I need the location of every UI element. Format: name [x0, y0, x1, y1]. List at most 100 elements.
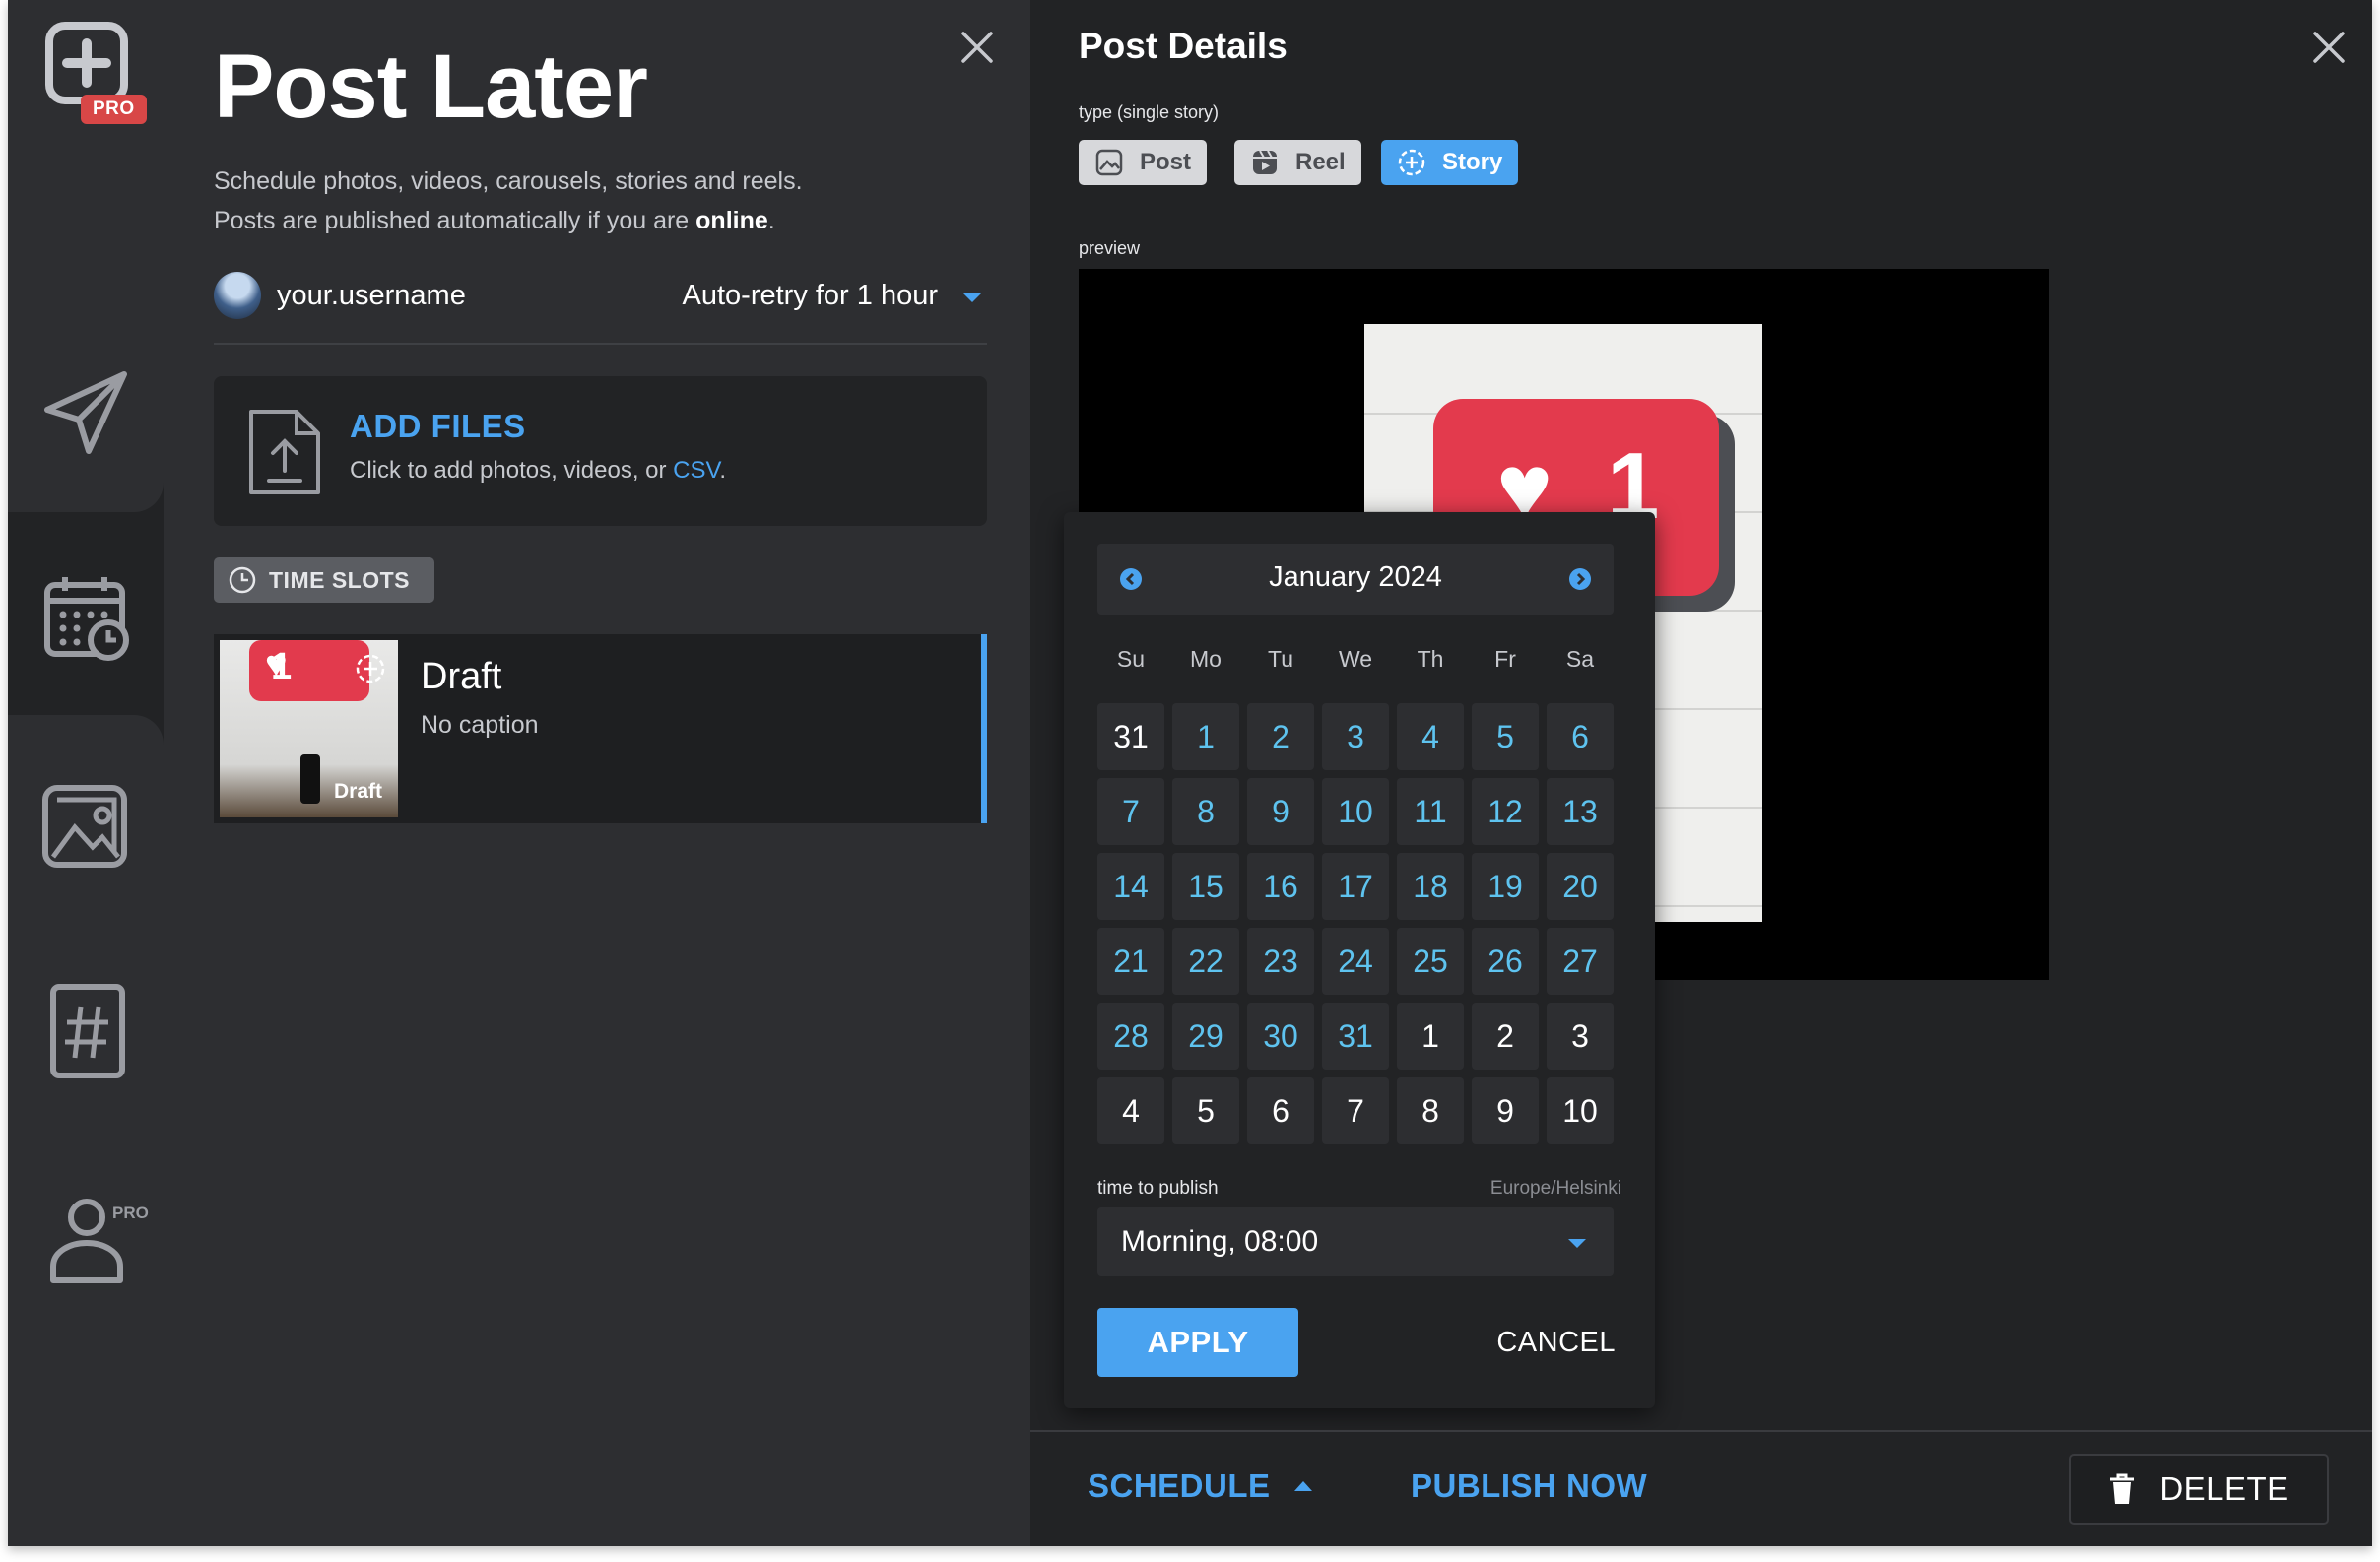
- add-files-subtitle: Click to add photos, videos, or CSV.: [350, 457, 726, 484]
- calendar-day[interactable]: 1: [1172, 703, 1239, 770]
- calendar-day[interactable]: 2: [1472, 1003, 1539, 1070]
- hashtag-icon: [50, 984, 125, 1078]
- app-window: PRO PRO Post Later Schedule photos, vide…: [8, 0, 2372, 1546]
- time-select[interactable]: Morning, 08:00: [1097, 1207, 1614, 1276]
- weekday-label: Th: [1417, 646, 1444, 672]
- details-title: Post Details: [1079, 26, 1288, 66]
- story-plus-icon: [356, 654, 385, 683]
- calendar-day[interactable]: 16: [1247, 853, 1314, 920]
- calendar-day[interactable]: 31: [1097, 703, 1164, 770]
- calendar-day[interactable]: 5: [1172, 1077, 1239, 1144]
- draft-title: Draft: [421, 656, 502, 697]
- add-files-button[interactable]: ADD FILES Click to add photos, videos, o…: [214, 376, 987, 526]
- calendar-day[interactable]: 6: [1247, 1077, 1314, 1144]
- calendar-day[interactable]: 9: [1472, 1077, 1539, 1144]
- time-value: Morning, 08:00: [1121, 1225, 1319, 1258]
- calendar-day[interactable]: 1: [1397, 1003, 1464, 1070]
- weekday-label: Mo: [1190, 646, 1222, 672]
- chevron-down-icon[interactable]: [963, 293, 981, 302]
- chevron-up-icon: [1293, 1481, 1312, 1491]
- sidebar-item-media[interactable]: [37, 778, 136, 877]
- calendar-day[interactable]: 8: [1397, 1077, 1464, 1144]
- csv-link[interactable]: CSV: [673, 457, 719, 484]
- calendar-day[interactable]: 22: [1172, 928, 1239, 995]
- retry-select[interactable]: Auto-retry for 1 hour: [683, 280, 939, 312]
- calendar-day[interactable]: 17: [1322, 853, 1389, 920]
- calendar-day[interactable]: 27: [1547, 928, 1614, 995]
- calendar-day[interactable]: 20: [1547, 853, 1614, 920]
- calendar-day[interactable]: 28: [1097, 1003, 1164, 1070]
- description-line-1: Schedule photos, videos, carousels, stor…: [214, 167, 803, 195]
- draft-post-card[interactable]: ♥ 1 Draft Draft No caption: [214, 634, 987, 823]
- trash-icon: [2110, 1473, 2135, 1504]
- file-upload-icon: [249, 410, 320, 494]
- calendar-day[interactable]: 3: [1547, 1003, 1614, 1070]
- calendar-clock-icon: [44, 577, 129, 661]
- calendar-day[interactable]: 6: [1547, 703, 1614, 770]
- weekday-label: Tu: [1268, 646, 1293, 672]
- calendar-day[interactable]: 11: [1397, 778, 1464, 845]
- sidebar-item-send[interactable]: [37, 362, 136, 461]
- calendar-day[interactable]: 7: [1322, 1077, 1389, 1144]
- calendar-day[interactable]: 8: [1172, 778, 1239, 845]
- calendar-day[interactable]: 29: [1172, 1003, 1239, 1070]
- calendar-day[interactable]: 24: [1322, 928, 1389, 995]
- calendar-day[interactable]: 25: [1397, 928, 1464, 995]
- calendar-day[interactable]: 9: [1247, 778, 1314, 845]
- close-icon[interactable]: [958, 28, 997, 67]
- calendar-day[interactable]: 13: [1547, 778, 1614, 845]
- delete-label: DELETE: [2159, 1470, 2289, 1507]
- apply-button[interactable]: APPLY: [1097, 1308, 1298, 1377]
- description-line-2: Posts are published automatically if you…: [214, 207, 775, 234]
- phone-image: [300, 754, 320, 804]
- type-reel-label: Reel: [1295, 149, 1346, 175]
- account-row: your.username Auto-retry for 1 hour: [214, 268, 987, 345]
- calendar-day[interactable]: 18: [1397, 853, 1464, 920]
- type-reel-button[interactable]: Reel: [1234, 140, 1361, 185]
- date-picker: January 2024 Su Mo Tu We Th Fr Sa 31 1 2 3 4 5 6 7 8 9 10…: [1064, 512, 1655, 1408]
- calendar-day[interactable]: 31: [1322, 1003, 1389, 1070]
- calendar-day[interactable]: 4: [1397, 703, 1464, 770]
- time-slots-button[interactable]: TIME SLOTS: [214, 557, 434, 603]
- username: your.username: [277, 280, 466, 311]
- calendar-day[interactable]: 26: [1472, 928, 1539, 995]
- close-icon[interactable]: [2309, 28, 2348, 67]
- bottom-action-bar: SCHEDULE PUBLISH NOW DELETE: [1030, 1430, 2372, 1546]
- thumbnail-label: Draft: [333, 780, 382, 803]
- calendar-day[interactable]: 14: [1097, 853, 1164, 920]
- avatar[interactable]: [214, 272, 261, 319]
- sidebar-item-hashtags[interactable]: [37, 981, 136, 1079]
- calendar-day[interactable]: 7: [1097, 778, 1164, 845]
- calendar-day[interactable]: 19: [1472, 853, 1539, 920]
- calendar-day[interactable]: 3: [1322, 703, 1389, 770]
- image-gallery-icon: [42, 785, 127, 868]
- calendar-day[interactable]: 2: [1247, 703, 1314, 770]
- type-story-button[interactable]: Story: [1381, 140, 1519, 185]
- story-icon: [1398, 149, 1425, 176]
- type-post-label: Post: [1140, 149, 1192, 175]
- calendar-day[interactable]: 23: [1247, 928, 1314, 995]
- calendar-day[interactable]: 10: [1547, 1077, 1614, 1144]
- calendar-day[interactable]: 15: [1172, 853, 1239, 920]
- add-files-title: ADD FILES: [350, 408, 526, 444]
- delete-button[interactable]: DELETE: [2069, 1454, 2329, 1525]
- page-title: Post Later: [214, 36, 648, 137]
- chevron-right-icon[interactable]: [1568, 567, 1592, 591]
- time-slots-label: TIME SLOTS: [269, 566, 410, 593]
- calendar-day[interactable]: 12: [1472, 778, 1539, 845]
- pro-badge: PRO: [81, 95, 147, 124]
- calendar-day[interactable]: 10: [1322, 778, 1389, 845]
- time-label: time to publish: [1097, 1178, 1219, 1199]
- cancel-button[interactable]: CANCEL: [1496, 1308, 1616, 1377]
- type-post-button[interactable]: Post: [1079, 140, 1208, 185]
- sidebar-item-calendar[interactable]: [37, 569, 136, 668]
- calendar-day[interactable]: 4: [1097, 1077, 1164, 1144]
- schedule-label: SCHEDULE: [1088, 1467, 1271, 1504]
- calendar-day[interactable]: 5: [1472, 703, 1539, 770]
- weekday-label: Su: [1116, 646, 1146, 672]
- calendar-day[interactable]: 30: [1247, 1003, 1314, 1070]
- schedule-button[interactable]: SCHEDULE: [1088, 1467, 1312, 1505]
- publish-now-button[interactable]: PUBLISH NOW: [1411, 1467, 1647, 1505]
- thumbnail-count: 1: [271, 646, 293, 687]
- calendar-day[interactable]: 21: [1097, 928, 1164, 995]
